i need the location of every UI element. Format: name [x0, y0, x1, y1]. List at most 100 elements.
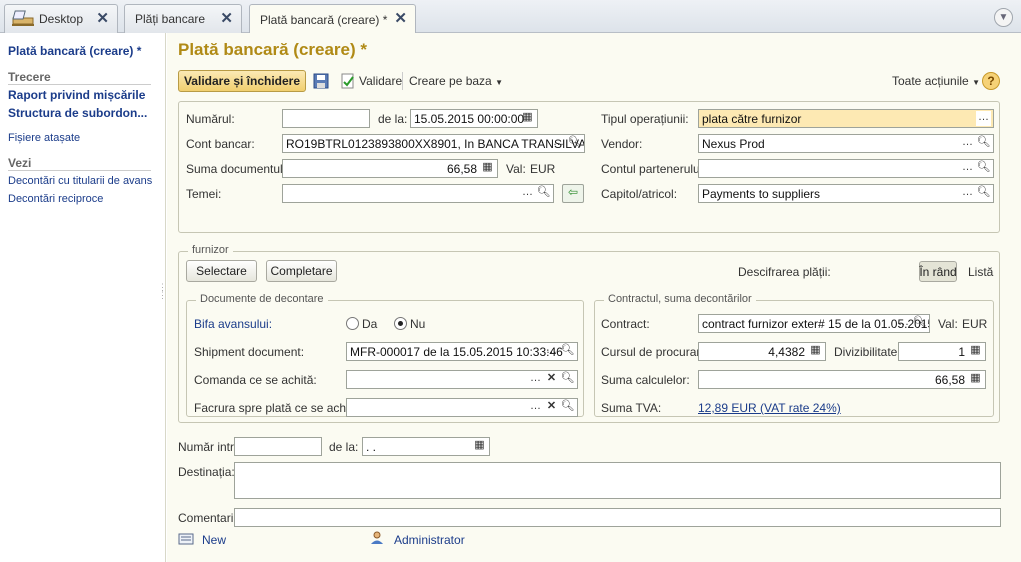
sidebar-title[interactable]: Plată bancară (creare) *: [8, 44, 141, 58]
operation-type-input[interactable]: plata către furnizor …: [698, 109, 994, 128]
search-icon[interactable]: 🔍︎: [560, 344, 575, 359]
ellipsis-button[interactable]: …: [528, 400, 543, 415]
user-icon: [370, 531, 384, 548]
settlement-docs-legend: Documente de decontare: [196, 293, 328, 305]
post-and-close-button[interactable]: Validare și închidere: [178, 70, 306, 92]
tab-desktop[interactable]: Desktop ✕: [4, 4, 118, 33]
divisibility-input[interactable]: 1 ▦: [898, 342, 986, 361]
shipment-document-input[interactable]: MFR-000017 de la 15.05.2015 10:33:46… 🔍︎: [346, 342, 578, 361]
close-icon[interactable]: ✕: [96, 11, 109, 27]
close-icon[interactable]: ✕: [220, 11, 233, 27]
sidebar-item-subordination[interactable]: Structura de subordon...: [8, 106, 147, 120]
create-based-label: Creare pe baza: [409, 74, 492, 88]
operation-type-label: Tipul operațiunii:: [601, 112, 689, 126]
internal-number-input[interactable]: [234, 437, 322, 456]
calendar-icon[interactable]: ▦: [520, 111, 535, 126]
internal-date-input[interactable]: . . ▦: [362, 437, 490, 456]
bank-account-label: Cont bancar:: [186, 137, 255, 151]
help-icon[interactable]: ?: [982, 72, 1000, 90]
sidebar-item-advance-settlements[interactable]: Decontări cu titularii de avans: [8, 175, 152, 187]
ellipsis-button[interactable]: …: [544, 344, 559, 359]
close-icon[interactable]: ✕: [394, 11, 407, 27]
vendor-value: Nexus Prod: [702, 137, 765, 151]
shipment-document-label: Shipment document:: [194, 345, 305, 359]
create-based-on-button[interactable]: Creare pe baza ▼: [409, 74, 503, 88]
calc-amount-input[interactable]: 66,58 ▦: [698, 370, 986, 389]
calculator-icon[interactable]: ▦: [480, 161, 495, 176]
sidebar-group-vezi: Vezi: [8, 156, 151, 171]
date-input[interactable]: 15.05.2015 00:00:00 ▦: [410, 109, 538, 128]
purchase-rate-input[interactable]: 4,4382 ▦: [698, 342, 826, 361]
search-icon[interactable]: 🔍︎: [567, 136, 582, 151]
search-icon[interactable]: 🔍︎: [560, 372, 575, 387]
ellipsis-button[interactable]: …: [528, 372, 543, 387]
calculator-icon[interactable]: ▦: [968, 372, 983, 387]
purpose-textarea[interactable]: [234, 462, 1001, 499]
sidebar-item-report-movements[interactable]: Raport privind mișcările: [8, 88, 145, 102]
in-row-toggle[interactable]: În rând: [919, 261, 957, 282]
divider: [402, 72, 403, 90]
internal-number-label: Număr intr.:: [178, 440, 241, 454]
chapter-value: Payments to suppliers: [702, 187, 821, 201]
post-button[interactable]: Validare: [359, 74, 402, 88]
calculator-icon[interactable]: ▦: [808, 344, 823, 359]
ellipsis-button[interactable]: …: [960, 186, 975, 201]
order-label: Comanda ce se achită:: [194, 373, 317, 387]
advance-yes-radio[interactable]: [346, 317, 359, 330]
dropdown-arrow-icon: ▼: [972, 78, 980, 87]
tab-bank-payment-create[interactable]: Plată bancară (creare) * ✕: [249, 4, 416, 34]
ellipsis-button[interactable]: …: [520, 186, 535, 201]
sidebar-item-mutual-settlements[interactable]: Decontări reciproce: [8, 193, 103, 205]
search-icon[interactable]: 🔍︎: [560, 400, 575, 415]
purchase-rate-value: 4,4382: [768, 345, 805, 359]
advance-no-radio[interactable]: [394, 317, 407, 330]
ellipsis-button[interactable]: …: [976, 111, 991, 126]
calendar-icon[interactable]: ▦: [472, 439, 487, 454]
basis-input[interactable]: … 🔍︎: [282, 184, 554, 203]
clear-icon[interactable]: ✕: [544, 400, 559, 415]
ellipsis-button[interactable]: …: [960, 136, 975, 151]
search-icon[interactable]: 🔍︎: [976, 161, 991, 176]
calc-amount-label: Suma calculelor:: [601, 373, 690, 387]
bank-account-input[interactable]: RO19BTRL0123893800XX8901, In BANCA TRANS…: [282, 134, 585, 153]
divisibility-label: Divizibilitate:: [834, 345, 901, 359]
search-icon[interactable]: 🔍︎: [976, 136, 991, 151]
bank-account-value: RO19BTRL0123893800XX8901, In BANCA TRANS…: [286, 137, 585, 151]
list-toggle[interactable]: Listă: [968, 265, 993, 279]
contract-label: Contract:: [601, 317, 650, 331]
contract-currency-label: Val:: [938, 317, 958, 331]
clear-icon[interactable]: ✕: [544, 372, 559, 387]
advance-flag-label: Bifa avansului:: [194, 317, 273, 331]
contract-input[interactable]: contract furnizor exter# 15 de la 01.05.…: [698, 314, 930, 333]
number-input[interactable]: [282, 109, 370, 128]
all-actions-button[interactable]: Toate acțiunile ▼: [892, 74, 980, 88]
partner-account-input[interactable]: … 🔍︎: [698, 159, 994, 178]
search-icon[interactable]: 🔍︎: [912, 316, 927, 331]
vat-amount-link[interactable]: 12,89 EUR (VAT rate 24%): [698, 401, 841, 415]
splitter-handle[interactable]: ⋮ ⋮: [158, 283, 167, 300]
invoice-label: Facrura spre plată ce se achită:: [194, 401, 363, 415]
invoice-input[interactable]: … ✕ 🔍︎: [346, 398, 578, 417]
ellipsis-button[interactable]: …: [896, 316, 911, 331]
tab-bank-payments[interactable]: Plăți bancare ✕: [124, 4, 242, 33]
search-icon[interactable]: 🔍︎: [976, 186, 991, 201]
select-button[interactable]: Selectare: [186, 260, 257, 282]
comment-input[interactable]: [234, 508, 1001, 527]
tab-bar: Desktop ✕ Plăți bancare ✕ Plată bancară …: [0, 0, 1021, 34]
fill-basis-icon[interactable]: ⇦: [562, 184, 584, 203]
ellipsis-button[interactable]: …: [960, 161, 975, 176]
advance-yes-label: Da: [362, 317, 378, 331]
ellipsis-button[interactable]: …: [551, 136, 566, 151]
tabs-menu-button[interactable]: ▼: [994, 8, 1013, 27]
fill-button[interactable]: Completare: [266, 260, 337, 282]
document-amount-input[interactable]: 66,58 ▦: [282, 159, 498, 178]
calculator-icon[interactable]: ▦: [968, 344, 983, 359]
chapter-input[interactable]: Payments to suppliers … 🔍︎: [698, 184, 994, 203]
save-icon[interactable]: [313, 73, 329, 92]
vendor-input[interactable]: Nexus Prod … 🔍︎: [698, 134, 994, 153]
desktop-icon: [10, 8, 36, 31]
search-icon[interactable]: 🔍︎: [536, 186, 551, 201]
operation-type-value: plata către furnizor: [702, 112, 802, 126]
sidebar-item-attached-files[interactable]: Fișiere atașate: [8, 132, 80, 144]
order-input[interactable]: … ✕ 🔍︎: [346, 370, 578, 389]
